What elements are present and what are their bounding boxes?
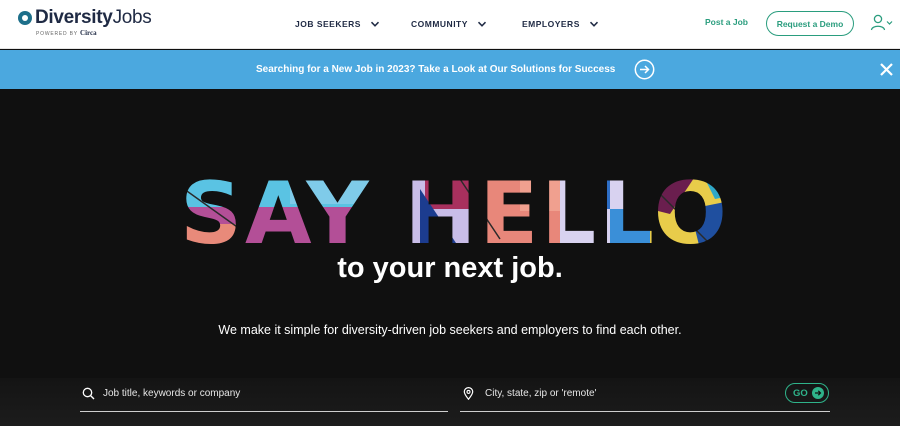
keyword-search-field[interactable] [80,378,448,412]
go-search-button[interactable]: GO [785,383,829,403]
logo-wordmark: DiversityJobs [35,7,152,28]
nav-community-label: COMMUNITY [411,19,468,29]
location-search-field[interactable] [460,378,830,412]
post-a-job-link[interactable]: Post a Job [705,17,748,27]
nav-employers-label: EMPLOYERS [522,19,580,29]
hero-headline: SAY HELLO [180,169,730,249]
hero-subheadline: to your next job. [337,252,563,284]
diversityjobs-logo[interactable]: DiversityJobs POWERED BY Circa [18,7,158,40]
user-account-icon[interactable] [870,13,894,33]
chevron-down-icon [477,21,486,27]
nav-employers[interactable]: EMPLOYERS [522,16,599,32]
go-button-label: GO [793,387,808,399]
hero-headline-text: SAY HELLO [180,169,730,249]
nav-community[interactable]: COMMUNITY [411,16,487,32]
keyword-search-input[interactable] [103,384,393,402]
chevron-down-icon [589,21,598,27]
banner-text[interactable]: Searching for a New Job in 2023? Take a … [256,64,615,75]
arrow-right-icon [811,387,824,399]
search-icon [82,387,95,400]
announcement-banner: Searching for a New Job in 2023? Take a … [0,50,900,89]
location-pin-icon [463,387,474,400]
arrow-right-circle-icon[interactable] [634,59,655,80]
chevron-down-icon [370,21,380,27]
nav-job-seekers-label: JOB SEEKERS [295,19,361,29]
nav-job-seekers[interactable]: JOB SEEKERS [295,16,380,32]
location-search-input[interactable] [485,384,775,402]
logo-mark-icon [18,11,32,25]
hero-section: SAY HELLO to your next job. We make it s… [0,89,900,426]
close-icon[interactable] [878,61,895,78]
hero-tagline: We make it simple for diversity-driven j… [218,323,682,337]
site-header: DiversityJobs POWERED BY Circa JOB SEEKE… [0,0,900,49]
request-demo-button[interactable]: Request a Demo [766,11,854,36]
logo-powered-by: POWERED BY Circa [36,29,97,37]
